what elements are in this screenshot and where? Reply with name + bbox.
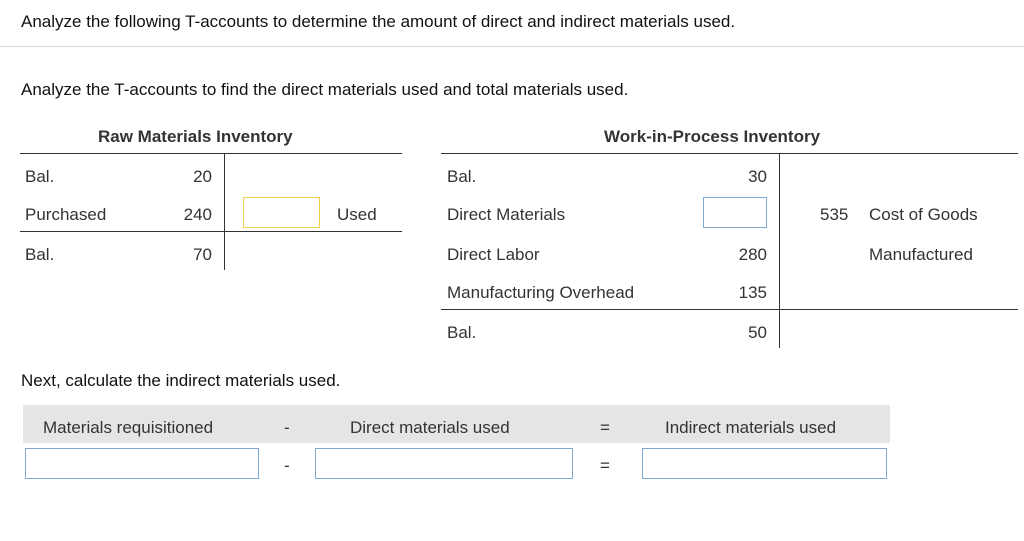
wip-row-label: Direct Materials [447,205,566,224]
wip-row-value: 280 [738,245,767,264]
materials-used-label: Used [337,205,377,224]
wip-center-rule [779,153,780,348]
header-divider [0,46,1024,47]
wip-top-rule [441,153,1018,154]
wip-row-value: 30 [748,167,767,186]
direct-materials-used-header: Direct materials used [350,418,510,437]
direct-materials-input[interactable] [703,197,767,228]
wip-row-label: Bal. [447,167,477,186]
indirect-instruction: Next, calculate the indirect materials u… [21,371,341,390]
cost-of-goods-label-line2: Manufactured [869,245,973,264]
materials-requisitioned-input[interactable] [25,448,259,479]
cost-of-goods-label-line1: Cost of Goods [869,205,978,224]
t-account-instruction: Analyze the T-accounts to find the direc… [21,80,629,99]
minus-header: - [284,418,290,437]
raw-materials-row-label: Purchased [25,205,107,224]
wip-title: Work-in-Process Inventory [604,127,821,146]
raw-materials-balance-rule [20,231,402,232]
indirect-materials-used-header: Indirect materials used [665,418,837,437]
raw-materials-row-value: 70 [193,245,212,264]
raw-materials-center-rule [224,153,225,270]
direct-materials-used-input[interactable] [315,448,573,479]
equals-operator: = [600,456,610,475]
raw-materials-row-label: Bal. [25,167,55,186]
raw-materials-title: Raw Materials Inventory [98,127,293,146]
raw-materials-row-value: 240 [183,205,212,224]
question-title: Analyze the following T-accounts to dete… [21,12,736,31]
wip-row-value: 135 [738,283,767,302]
raw-materials-top-rule [20,153,402,154]
wip-balance-rule [441,309,1018,310]
minus-operator: - [284,456,290,475]
wip-row-label: Manufacturing Overhead [447,283,635,302]
materials-used-input[interactable] [243,197,320,228]
raw-materials-row-label: Bal. [25,245,55,264]
raw-materials-row-value: 20 [193,167,212,186]
wip-row-value: 50 [748,323,767,342]
equals-header: = [600,418,610,437]
cost-of-goods-value: 535 [820,205,849,224]
wip-row-label: Bal. [447,323,477,342]
materials-requisitioned-header: Materials requisitioned [43,418,214,437]
indirect-materials-used-input[interactable] [642,448,887,479]
wip-row-label: Direct Labor [447,245,540,264]
